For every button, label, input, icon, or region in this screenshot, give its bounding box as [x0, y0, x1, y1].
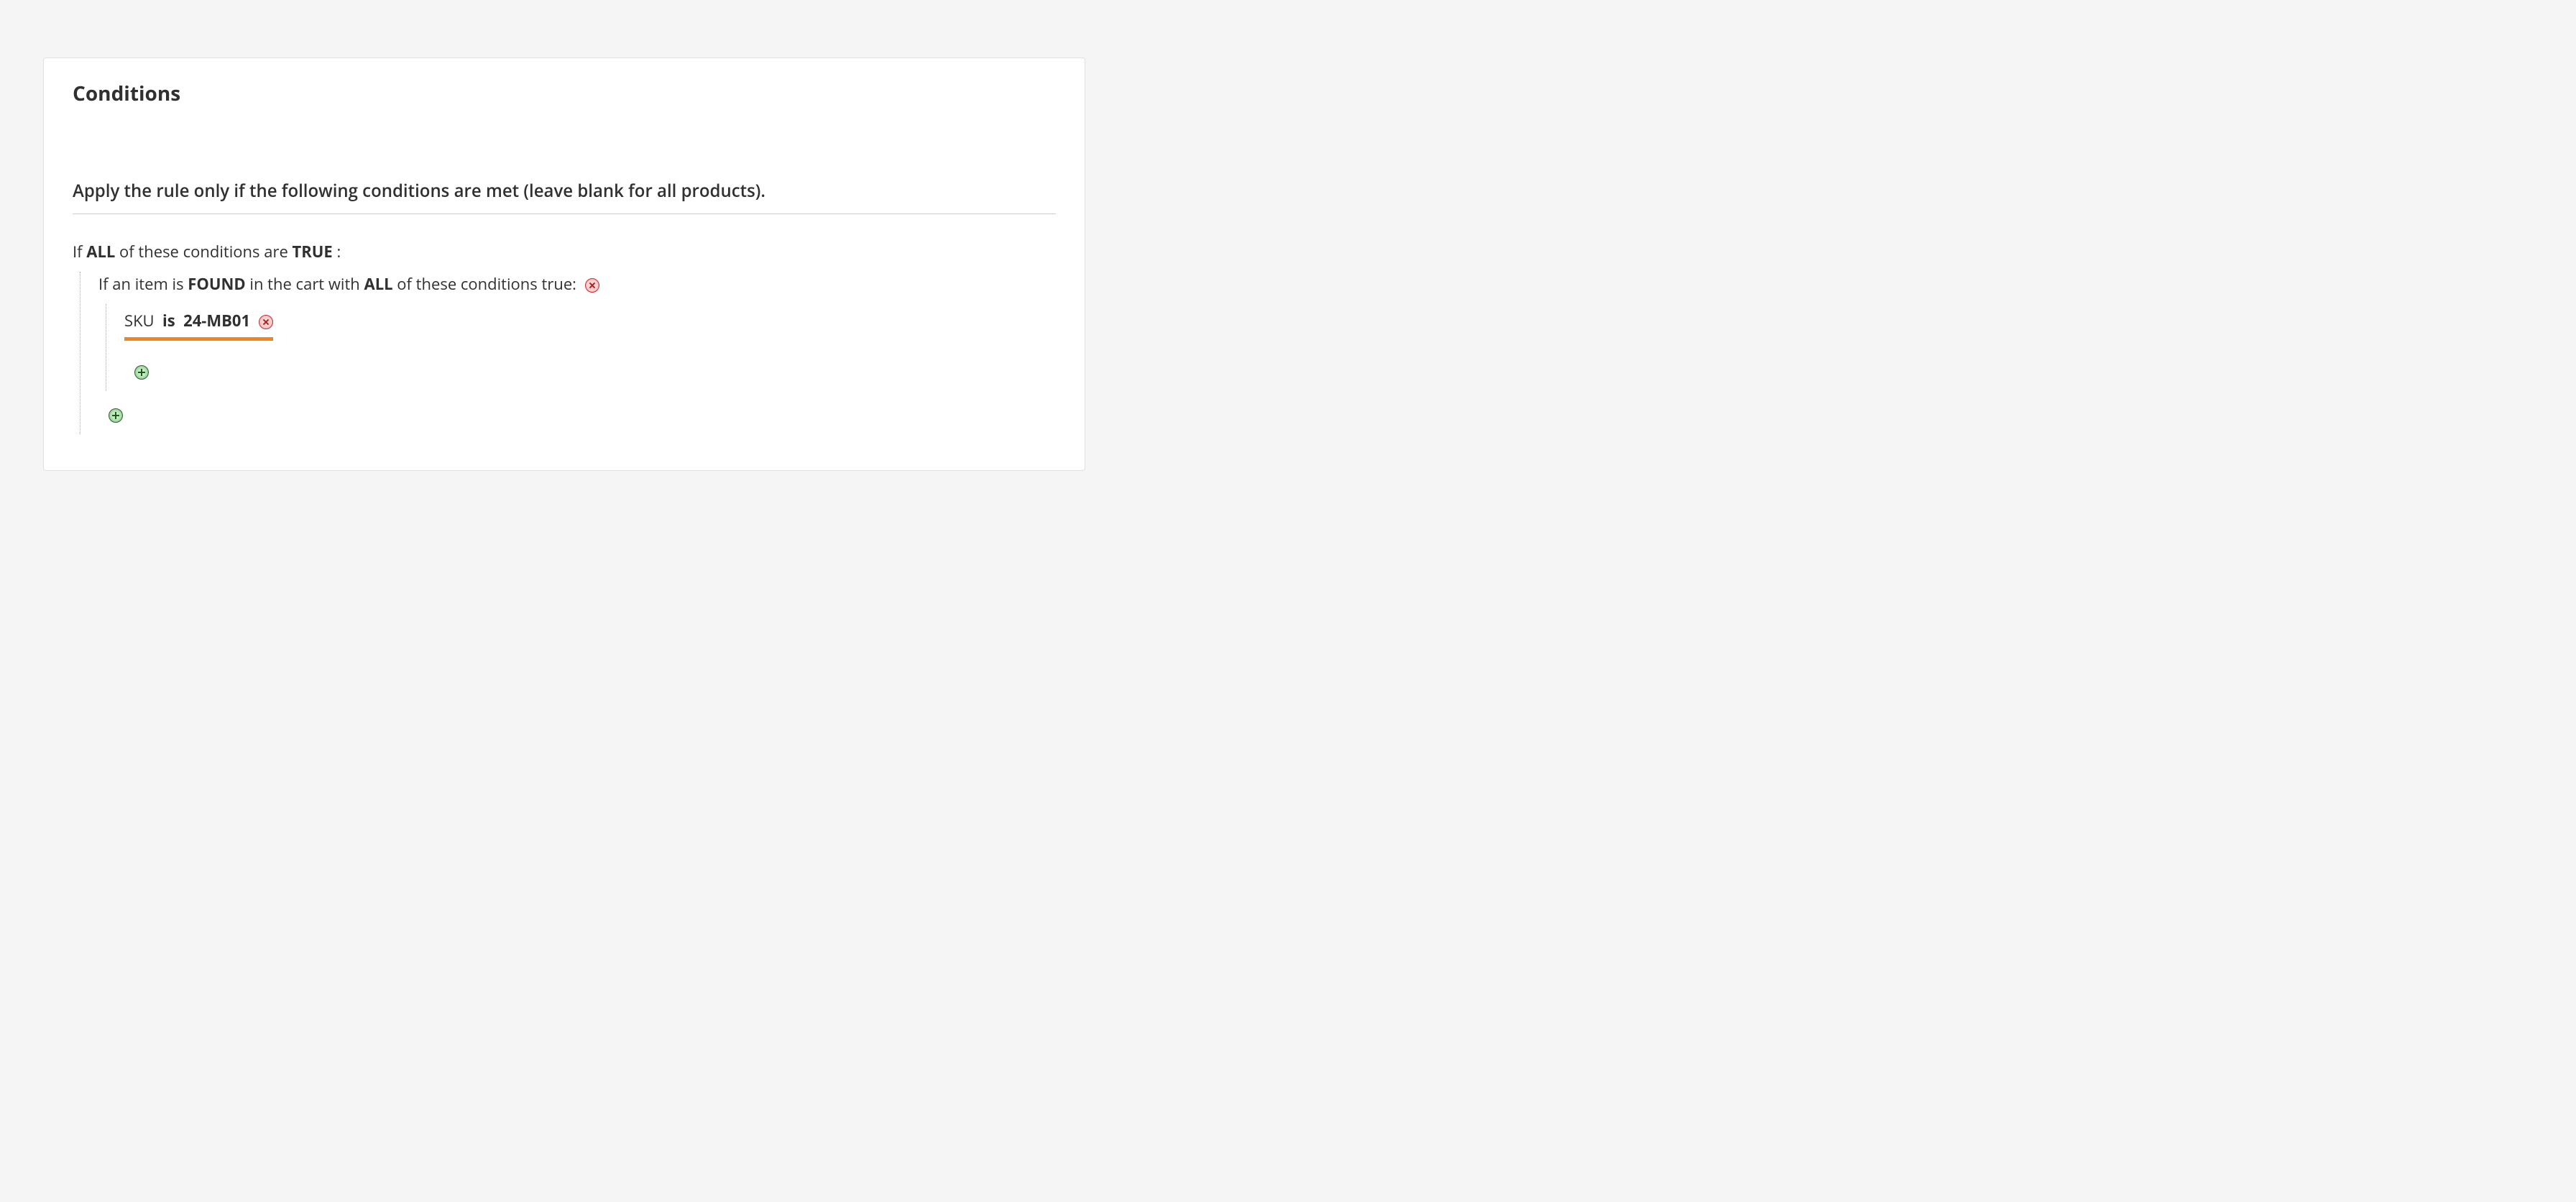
combine-suffix: of these conditions true:	[397, 273, 576, 295]
root-value[interactable]: TRUE	[293, 241, 333, 262]
condition-row-wrapper: SKU is 24-MB01	[124, 304, 1056, 347]
condition-row: SKU is 24-MB01	[124, 308, 273, 340]
rule-children-level-2: SKU is 24-MB01	[106, 304, 1056, 390]
remove-icon[interactable]	[259, 315, 273, 329]
root-middle: of these conditions are	[119, 241, 288, 262]
add-icon[interactable]	[109, 408, 123, 423]
condition-attribute[interactable]: SKU	[124, 310, 155, 331]
condition-operator[interactable]: is	[162, 310, 175, 331]
combine-middle: in the cart with	[249, 273, 359, 295]
root-rule-line: If ALL of these conditions are TRUE :	[73, 239, 1056, 265]
remove-icon[interactable]	[585, 278, 599, 293]
root-prefix: If	[73, 241, 83, 262]
section-label: Apply the rule only if the following con…	[73, 179, 1056, 214]
root-suffix: :	[336, 241, 341, 262]
rule-children-level-1: If an item is FOUND in the cart with ALL…	[80, 272, 1056, 434]
add-condition-row-inner	[124, 348, 1056, 391]
condition-value[interactable]: 24-MB01	[183, 310, 250, 331]
panel-title: Conditions	[73, 80, 1056, 107]
combine-aggregator[interactable]: ALL	[364, 273, 393, 295]
conditions-panel: Conditions Apply the rule only if the fo…	[43, 58, 1085, 471]
rule-tree: If ALL of these conditions are TRUE : If…	[73, 239, 1056, 434]
root-aggregator[interactable]: ALL	[86, 241, 115, 262]
add-condition-row-outer	[98, 391, 1056, 434]
combine-found[interactable]: FOUND	[188, 273, 245, 295]
combine-prefix: If an item is	[98, 273, 184, 295]
combine-rule-line: If an item is FOUND in the cart with ALL…	[98, 272, 1056, 297]
add-icon[interactable]	[134, 365, 149, 380]
